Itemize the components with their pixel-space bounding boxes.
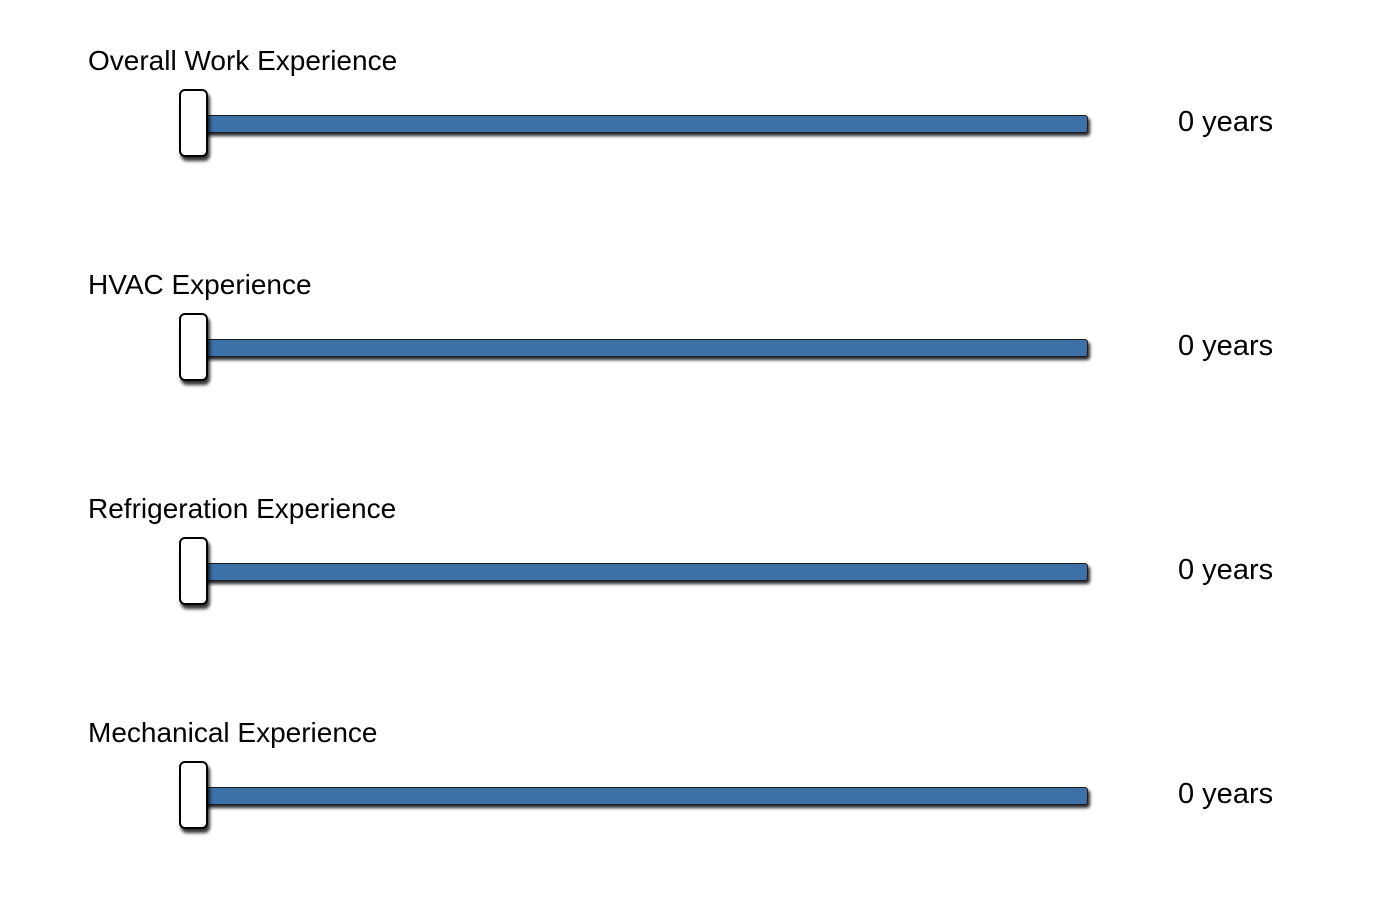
slider-label-mechanical: Mechanical Experience [88,717,378,748]
slider-group-refrigeration: Refrigeration Experience 0 years [0,464,1394,688]
slider-thumb-overall-work[interactable] [179,89,208,157]
slider-thumb-hvac[interactable] [179,313,208,381]
slider-value-mechanical: 0 years [1178,778,1274,810]
slider-value-overall-work: 0 years [1178,106,1274,138]
slider-label-refrigeration: Refrigeration Experience [88,493,397,524]
slider-thumb-mechanical[interactable] [179,761,208,829]
slider-value-hvac: 0 years [1178,330,1274,362]
slider-thumb-refrigeration[interactable] [179,537,208,605]
slider-label-overall-work: Overall Work Experience [88,45,398,76]
slider-value-refrigeration: 0 years [1178,554,1274,586]
slider-group-hvac: HVAC Experience 0 years [0,240,1394,464]
slider-track-refrigeration[interactable] [180,563,1088,581]
slider-label-hvac: HVAC Experience [88,269,312,300]
slider-track-overall-work[interactable] [180,115,1088,133]
slider-track-hvac[interactable] [180,339,1088,357]
slider-group-mechanical: Mechanical Experience 0 years [0,688,1394,912]
slider-track-mechanical[interactable] [180,787,1088,805]
slider-group-overall-work: Overall Work Experience 0 years [0,16,1394,240]
